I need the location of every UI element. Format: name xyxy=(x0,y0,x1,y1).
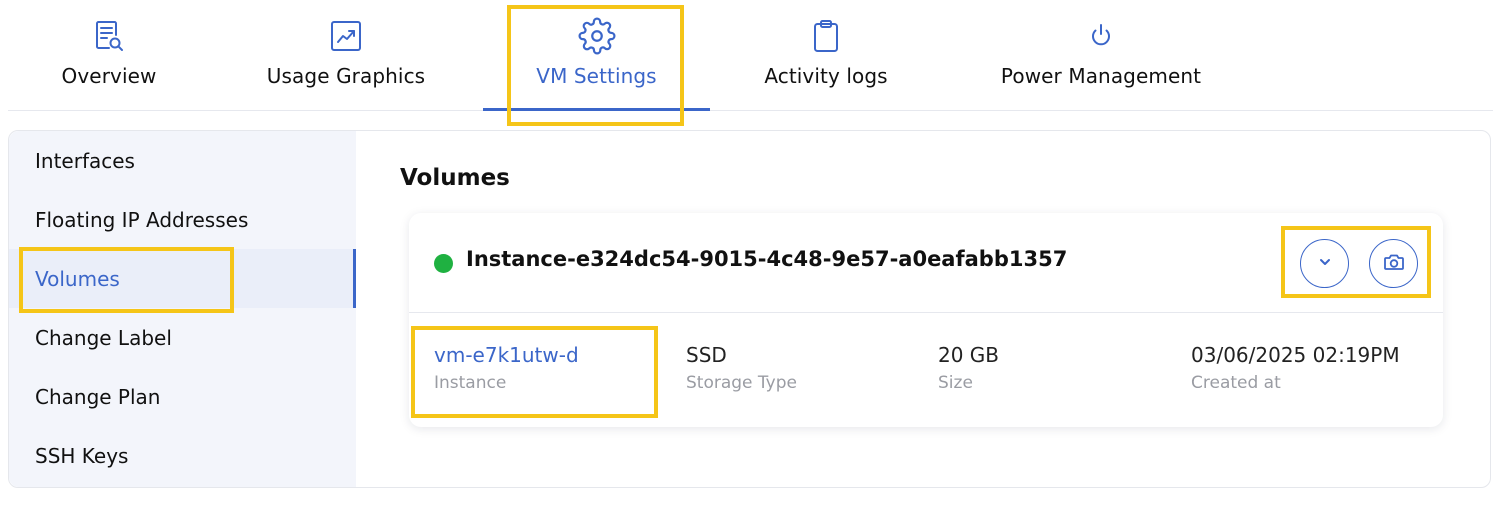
expand-button[interactable] xyxy=(1300,239,1349,288)
detail-instance: vm-e7k1utw-d Instance xyxy=(434,341,579,393)
chart-icon xyxy=(326,16,366,56)
tab-overview[interactable]: Overview xyxy=(58,0,160,110)
camera-icon xyxy=(1382,250,1406,278)
tab-bar: Overview Usage Graphics VM Settings Acti… xyxy=(8,0,1493,111)
sidebar-item-label: Change Plan xyxy=(35,384,161,409)
detail-value: 03/06/2025 02:19PM xyxy=(1191,343,1400,367)
instance-link[interactable]: vm-e7k1utw-d xyxy=(434,341,579,369)
sidebar-item-change-label[interactable]: Change Label xyxy=(9,308,356,367)
status-indicator xyxy=(434,254,453,273)
tab-power-management[interactable]: Power Management xyxy=(990,0,1212,110)
detail-label: Instance xyxy=(434,373,507,393)
sidebar-item-volumes[interactable]: Volumes xyxy=(9,249,356,308)
tab-activity-logs[interactable]: Activity logs xyxy=(760,0,892,110)
detail-storage-type: SSD Storage Type xyxy=(686,341,797,393)
tab-label: Activity logs xyxy=(764,64,888,88)
tab-label: VM Settings xyxy=(536,64,657,88)
detail-size: 20 GB Size xyxy=(938,341,999,393)
gear-icon xyxy=(577,16,617,56)
volume-card: Instance-e324dc54-9015-4c48-9e57-a0eafab… xyxy=(409,213,1443,427)
chevron-down-icon xyxy=(1316,253,1334,275)
sidebar-item-label: Volumes xyxy=(35,266,120,291)
document-search-icon xyxy=(89,16,129,56)
detail-value: 20 GB xyxy=(938,343,1000,367)
tab-vm-settings[interactable]: VM Settings xyxy=(483,0,710,111)
power-icon xyxy=(1081,16,1121,56)
clipboard-icon xyxy=(806,16,846,56)
snapshot-button[interactable] xyxy=(1369,239,1418,288)
tab-label: Overview xyxy=(61,64,157,88)
detail-created-at: 03/06/2025 02:19PM Created at xyxy=(1191,341,1400,393)
tab-usage-graphics[interactable]: Usage Graphics xyxy=(258,0,434,110)
section-title: Volumes xyxy=(400,165,510,191)
tab-label: Power Management xyxy=(1000,64,1202,88)
detail-label: Storage Type xyxy=(686,373,797,393)
detail-label: Created at xyxy=(1191,373,1281,393)
detail-value: SSD xyxy=(686,343,727,367)
instance-name: Instance-e324dc54-9015-4c48-9e57-a0eafab… xyxy=(466,247,1068,271)
settings-sidebar: Interfaces Floating IP Addresses Volumes… xyxy=(9,131,356,487)
sidebar-item-label: Change Label xyxy=(35,325,172,350)
settings-panel: Interfaces Floating IP Addresses Volumes… xyxy=(8,130,1491,488)
sidebar-item-label: Floating IP Addresses xyxy=(35,207,249,232)
detail-label: Size xyxy=(938,373,973,393)
sidebar-item-interfaces[interactable]: Interfaces xyxy=(9,131,356,190)
sidebar-item-change-plan[interactable]: Change Plan xyxy=(9,367,356,426)
sidebar-item-ssh-keys[interactable]: SSH Keys xyxy=(9,426,356,485)
volume-card-header: Instance-e324dc54-9015-4c48-9e57-a0eafab… xyxy=(409,213,1443,313)
sidebar-item-floating-ip-addresses[interactable]: Floating IP Addresses xyxy=(9,190,356,249)
tab-label: Usage Graphics xyxy=(266,64,426,88)
sidebar-item-label: Interfaces xyxy=(35,148,135,173)
sidebar-item-label: SSH Keys xyxy=(35,443,129,468)
